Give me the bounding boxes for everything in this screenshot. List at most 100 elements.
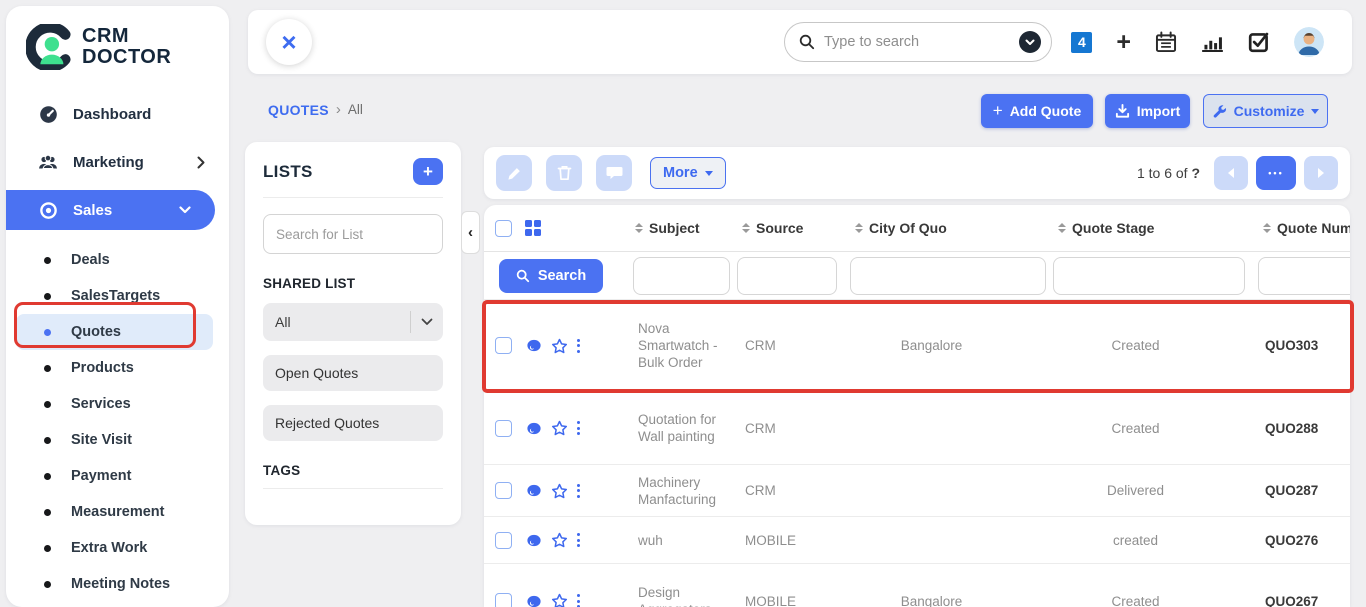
customize-button[interactable]: Customize [1203, 94, 1328, 128]
filter-input-source[interactable] [737, 257, 837, 295]
sidebar-item-deals[interactable]: Deals [6, 242, 229, 278]
row-checkbox[interactable] [495, 593, 512, 607]
row-menu-icon[interactable] [577, 484, 580, 498]
list-item-open-quotes[interactable]: Open Quotes [263, 355, 443, 391]
sidebar-item-quotes[interactable]: Quotes [16, 314, 213, 350]
calendar-icon[interactable] [1155, 31, 1177, 53]
column-header-quote-stage[interactable]: Quote Stage [1053, 220, 1258, 236]
caret-down-icon [705, 171, 713, 176]
row-menu-icon[interactable] [577, 421, 580, 435]
list-search-input[interactable] [263, 214, 443, 254]
filter-input-city[interactable] [850, 257, 1046, 295]
sidebar-item-salestargets[interactable]: SalesTargets [6, 278, 229, 314]
view-eye-icon[interactable] [526, 339, 542, 352]
quick-add-icon[interactable]: + [1116, 32, 1131, 52]
customize-label: Customize [1234, 103, 1305, 119]
favorite-star-icon[interactable] [551, 532, 568, 548]
cell-quote-stage: Created [1053, 420, 1258, 437]
table-row[interactable]: Design Aggregators MOBILE Bangalore Crea… [484, 564, 1350, 607]
column-header-city[interactable]: City Of Quo [850, 220, 1053, 236]
table-search-button[interactable]: Search [499, 259, 603, 293]
row-checkbox[interactable] [495, 532, 512, 549]
column-header-source[interactable]: Source [737, 220, 850, 236]
bullet-icon [44, 257, 51, 264]
tasks-checkbox-icon[interactable] [1248, 31, 1270, 53]
favorite-star-icon[interactable] [551, 420, 568, 436]
search-scope-dropdown-icon[interactable] [1019, 31, 1041, 53]
cell-city: Bangalore [850, 337, 1053, 354]
row-menu-icon[interactable] [577, 339, 580, 353]
sidebar-item-label: Sales [73, 202, 112, 219]
sidebar-item-label: Site Visit [71, 432, 132, 448]
sidebar-item-marketing[interactable]: Marketing [6, 142, 229, 182]
filter-input-subject[interactable] [633, 257, 730, 295]
user-avatar[interactable] [1294, 27, 1324, 57]
comment-button[interactable] [596, 155, 632, 191]
row-checkbox[interactable] [495, 337, 512, 354]
sidebar-item-products[interactable]: Products [6, 350, 229, 386]
more-dropdown-button[interactable]: More [650, 157, 726, 189]
chevron-left-icon [1228, 168, 1234, 178]
search-input[interactable] [824, 34, 1019, 50]
close-button[interactable]: × [266, 19, 312, 65]
crm-quotes-page: CRM DOCTOR Dashboard Marketing [0, 0, 1366, 607]
column-header-quote-num[interactable]: Quote Num [1258, 220, 1350, 236]
sidebar-item-extra-work[interactable]: Extra Work [6, 530, 229, 566]
table-row[interactable]: wuh MOBILE created QUO276 [484, 517, 1350, 564]
filter-input-quote-num[interactable] [1258, 257, 1350, 295]
collapse-panel-button[interactable]: ‹ [461, 211, 480, 254]
sidebar-item-dashboard[interactable]: Dashboard [6, 94, 229, 134]
bullet-icon [44, 365, 51, 372]
add-list-button[interactable]: + [413, 158, 443, 185]
table-header-row: Subject Source City Of Quo Quote Stage Q… [484, 205, 1350, 252]
sidebar-item-payment[interactable]: Payment [6, 458, 229, 494]
row-menu-icon[interactable] [577, 594, 580, 607]
row-checkbox[interactable] [495, 420, 512, 437]
sidebar-item-label: Quotes [71, 324, 121, 340]
favorite-star-icon[interactable] [551, 483, 568, 499]
bar-chart-icon[interactable] [1201, 32, 1224, 53]
filter-input-quote-stage[interactable] [1053, 257, 1245, 295]
column-label: Quote Num [1277, 220, 1350, 236]
sidebar-item-sales[interactable]: Sales [6, 190, 215, 230]
shared-list-selected: All [263, 314, 410, 330]
bullet-icon [44, 329, 51, 336]
search-icon [799, 34, 815, 50]
edit-button[interactable] [496, 155, 532, 191]
import-button[interactable]: Import [1105, 94, 1190, 128]
favorite-star-icon[interactable] [551, 593, 568, 607]
sidebar-item-meeting-notes[interactable]: Meeting Notes [6, 566, 229, 602]
delete-button[interactable] [546, 155, 582, 191]
favorite-star-icon[interactable] [551, 338, 568, 354]
notification-count-badge[interactable]: 4 [1071, 32, 1092, 53]
column-header-subject[interactable]: Subject [630, 220, 737, 236]
sidebar-item-site-visit[interactable]: Site Visit [6, 422, 229, 458]
view-eye-icon[interactable] [526, 422, 542, 435]
table-row[interactable]: Quotation for Wall painting CRM Created … [484, 392, 1350, 465]
select-all-checkbox[interactable] [495, 220, 512, 237]
table-row[interactable]: Machinery Manfacturing CRM Delivered QUO… [484, 465, 1350, 517]
page-ellipsis-button[interactable]: ••• [1256, 156, 1296, 190]
row-menu-icon[interactable] [577, 533, 580, 547]
sidebar-item-measurement[interactable]: Measurement [6, 494, 229, 530]
shared-list-heading: SHARED LIST [263, 276, 443, 291]
breadcrumb-quotes-link[interactable]: QUOTES [268, 102, 329, 118]
tags-heading: TAGS [263, 463, 443, 478]
add-quote-button[interactable]: + Add Quote [981, 94, 1093, 128]
sidebar-item-label: Meeting Notes [71, 576, 170, 592]
chevron-left-icon: ‹ [468, 224, 473, 241]
grid-view-icon[interactable] [525, 220, 541, 236]
shared-list-dropdown[interactable]: All [263, 303, 443, 341]
view-eye-icon[interactable] [526, 534, 542, 547]
sidebar-item-services[interactable]: Services [6, 386, 229, 422]
table-row[interactable]: Nova Smartwatch - Bulk Order CRM Bangalo… [484, 300, 1350, 392]
view-eye-icon[interactable] [526, 484, 542, 497]
view-eye-icon[interactable] [526, 595, 542, 607]
row-checkbox[interactable] [495, 482, 512, 499]
previous-page-button[interactable] [1214, 156, 1248, 190]
pagination-range: 1 to 6 of ? [1137, 165, 1200, 181]
list-item-rejected-quotes[interactable]: Rejected Quotes [263, 405, 443, 441]
next-page-button[interactable] [1304, 156, 1338, 190]
cell-source: CRM [737, 482, 850, 499]
crm-doctor-logo-icon [26, 24, 72, 70]
